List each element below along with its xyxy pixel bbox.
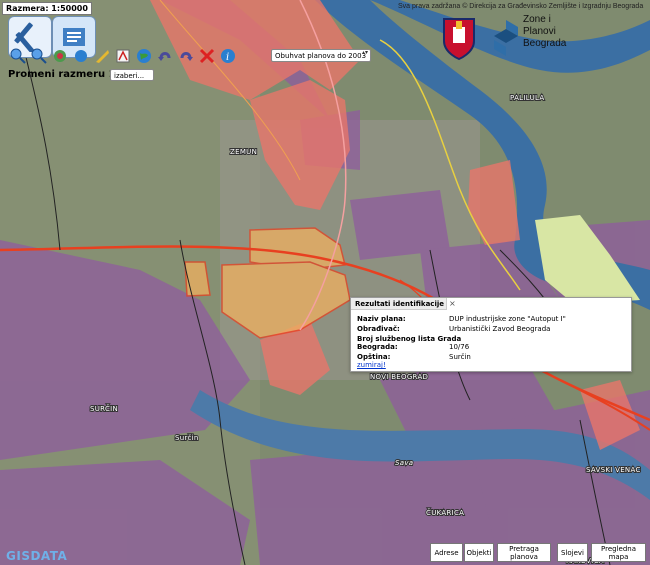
clear-icon[interactable] bbox=[197, 47, 216, 66]
redo-icon[interactable] bbox=[176, 47, 195, 66]
slojevi-button[interactable]: Slojevi bbox=[557, 543, 588, 562]
popup-value: Urbanistički Zavod Beograda bbox=[449, 325, 551, 333]
popup-key: Obrađivač: bbox=[357, 325, 400, 333]
popup-value: 10/76 bbox=[449, 343, 470, 351]
place-label-cukarica: ČUKARICA bbox=[426, 508, 464, 517]
copyright-notice: Sva prava zadržana © Direkcija za Građev… bbox=[398, 3, 644, 10]
zone-planovi-logo-icon bbox=[494, 20, 518, 56]
map-canvas[interactable]: PALILULA ZEMUN NOVI BEOGRAD SURČIN Surči… bbox=[0, 0, 650, 565]
scale-change-select[interactable]: izaberi... bbox=[110, 69, 154, 81]
map-toolbar: i bbox=[8, 46, 268, 66]
identification-popup: Rezultati identifikacije × Naziv plana: … bbox=[350, 297, 632, 372]
place-label-savski-venac: SAVSKI VENAC bbox=[586, 466, 641, 474]
zoom-out-icon[interactable] bbox=[29, 47, 48, 66]
objekti-button[interactable]: Objekti bbox=[464, 543, 494, 562]
popup-key: Opština: bbox=[357, 353, 391, 361]
popup-title: Rezultati identifikacije bbox=[351, 298, 447, 310]
place-label-surcin-district: SURČIN bbox=[90, 404, 118, 413]
zoom-link[interactable]: zumiraj! bbox=[357, 361, 386, 369]
identify-icon[interactable] bbox=[71, 47, 90, 66]
logo-line-1: Zone i bbox=[523, 14, 551, 25]
place-label-surcin-town: Surčin bbox=[175, 434, 199, 442]
button-label-line: planova bbox=[510, 552, 538, 561]
logo-line-3: Beograda bbox=[523, 38, 567, 49]
svg-text:i: i bbox=[226, 52, 229, 63]
globe-icon[interactable] bbox=[134, 47, 153, 66]
button-label-line: Pregledna bbox=[601, 544, 636, 553]
adrese-button[interactable]: Adrese bbox=[430, 543, 463, 562]
gisdata-logo: GISDATA bbox=[6, 549, 68, 563]
plan-coverage-select[interactable]: Obuhvat planova do 2003 bbox=[271, 49, 371, 62]
scale-change-label: Promeni razmeru 1: bbox=[8, 69, 120, 80]
brand-logo-text: Zone i Planovi Beograda bbox=[523, 14, 566, 50]
popup-value: Surčin bbox=[449, 353, 471, 361]
popup-value: DUP industrijske zone "Autoput I" bbox=[449, 315, 566, 323]
button-label-line: Pretraga bbox=[509, 544, 539, 553]
info-icon[interactable]: i bbox=[218, 47, 237, 66]
button-label-line: mapa bbox=[608, 552, 629, 561]
measure-icon[interactable] bbox=[92, 47, 111, 66]
pan-icon[interactable] bbox=[50, 47, 69, 66]
popup-key: Beograda: bbox=[357, 343, 398, 351]
scale-indicator: Razmera: 1:50000 bbox=[2, 2, 92, 15]
belgrade-coat-of-arms-icon bbox=[443, 18, 475, 61]
popup-key: Naziv plana: bbox=[357, 315, 406, 323]
place-label-zemun: ZEMUN bbox=[230, 148, 257, 156]
pregledna-mapa-button[interactable]: Pregledna mapa bbox=[591, 543, 646, 562]
place-label-sava-river: Sava bbox=[395, 459, 413, 467]
logo-line-2: Planovi bbox=[523, 26, 556, 37]
pretraga-planova-button[interactable]: Pretraga planova bbox=[497, 543, 551, 562]
place-label-palilula: PALILULA bbox=[510, 94, 544, 102]
zoom-in-icon[interactable] bbox=[8, 47, 27, 66]
popup-key: Broj službenog lista Grada bbox=[357, 335, 462, 343]
undo-icon[interactable] bbox=[155, 47, 174, 66]
close-icon[interactable]: × bbox=[449, 298, 456, 310]
print-icon[interactable] bbox=[113, 47, 132, 66]
place-label-novi-beograd: NOVI BEOGRAD bbox=[370, 373, 428, 381]
